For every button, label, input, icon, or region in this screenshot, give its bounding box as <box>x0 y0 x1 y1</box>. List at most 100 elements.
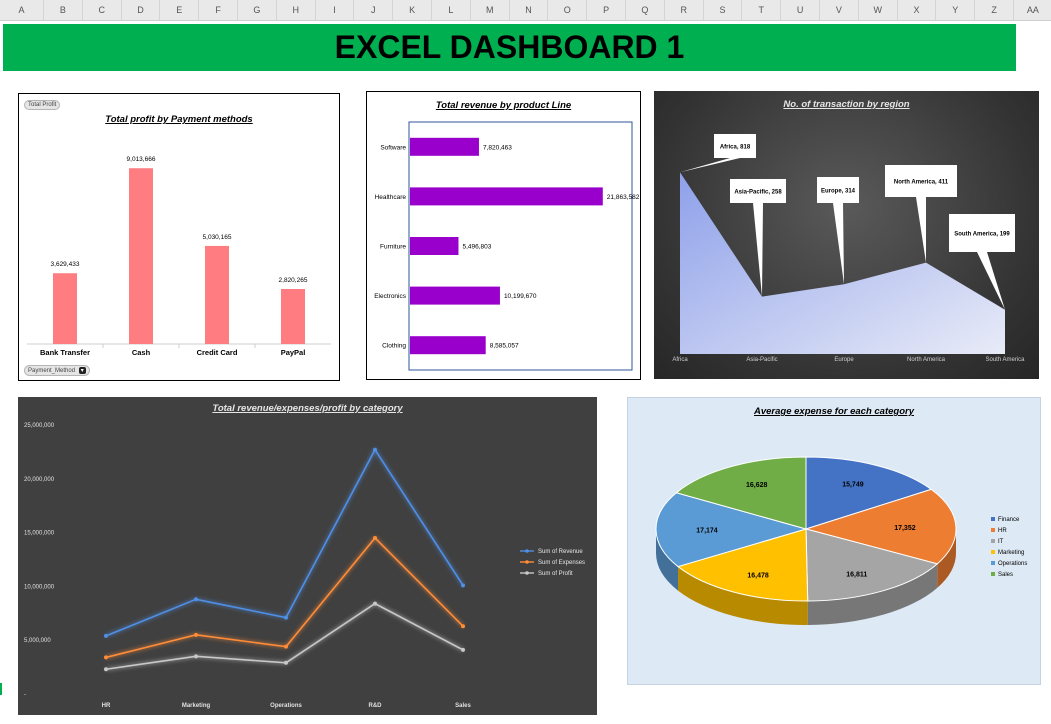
category-label: PayPal <box>281 348 306 357</box>
column-header-k[interactable]: K <box>393 0 432 20</box>
column-header-z[interactable]: Z <box>975 0 1014 20</box>
column-header-o[interactable]: O <box>548 0 588 20</box>
data-label: 15,749 <box>842 481 864 488</box>
legend-label: Sum of Expenses <box>538 560 585 566</box>
column-header-j[interactable]: J <box>354 0 394 20</box>
legend-label: Sum of Profit <box>538 571 573 577</box>
series-point <box>194 632 198 637</box>
column-header-m[interactable]: M <box>471 0 510 20</box>
bar <box>410 286 500 305</box>
bar <box>410 187 603 206</box>
column-header-s[interactable]: S <box>704 0 743 20</box>
column-header-q[interactable]: Q <box>626 0 665 20</box>
callout-label: South America, 199 <box>954 232 1010 238</box>
chart-profit-by-payment[interactable]: Total Profit Total profit by Payment met… <box>18 93 340 381</box>
legend-swatch <box>991 528 995 532</box>
category-label: Cash <box>132 348 151 357</box>
series-point <box>194 654 198 659</box>
column-header-h[interactable]: H <box>277 0 316 20</box>
column-header-i[interactable]: I <box>316 0 355 20</box>
data-label: 16,811 <box>846 571 867 578</box>
category-label: Credit Card <box>197 348 238 357</box>
horizontal-bar-chart-svg: 7,820,463 Software 21,863,582 Healthcare 5,4… <box>374 121 640 371</box>
series-point <box>104 667 108 672</box>
bar <box>205 245 229 344</box>
callout-label: Africa, 818 <box>720 145 751 151</box>
column-header-r[interactable]: R <box>665 0 704 20</box>
callout-label: Europe, 314 <box>821 189 856 195</box>
series-point <box>373 447 377 452</box>
title-banner[interactable]: EXCEL DASHBOARD 1 <box>3 24 1016 71</box>
column-header-n[interactable]: N <box>510 0 549 20</box>
series-point <box>461 624 465 629</box>
column-header-y[interactable]: Y <box>936 0 976 20</box>
data-label: 17,352 <box>894 525 916 532</box>
payment-method-label: Payment_Method <box>28 368 76 374</box>
category-label: North America <box>907 357 946 363</box>
legend-swatch <box>991 561 995 565</box>
category-label: Software <box>380 144 406 151</box>
chart-revenue-by-product-line[interactable]: Total revenue by product Line 7,820,463 S… <box>366 91 641 380</box>
column-header-l[interactable]: L <box>432 0 471 20</box>
column-header-row: A B C D E F G H I J K L M N O P Q R S T U V W X Y Z AA <box>0 0 1051 21</box>
callout-label: Asia-Pacific, 258 <box>734 190 782 196</box>
bar <box>410 137 479 156</box>
bar-chart-svg: 3,629,433 Bank Transfer 9,013,666 Cash 5,030… <box>27 156 331 357</box>
column-header-u[interactable]: U <box>781 0 820 20</box>
legend-marker <box>525 549 529 553</box>
series-point <box>284 615 288 620</box>
column-header-v[interactable]: V <box>820 0 859 20</box>
legend-label: Operations <box>998 561 1027 567</box>
column-header-t[interactable]: T <box>742 0 782 20</box>
column-header-e[interactable]: E <box>160 0 200 20</box>
data-label: 5,496,803 <box>462 244 491 251</box>
category-label: Marketing <box>182 703 211 709</box>
legend-swatch <box>991 517 995 521</box>
data-label: 2,820,265 <box>279 277 308 284</box>
category-label: Furniture <box>380 244 406 251</box>
chart-transactions-by-region[interactable]: No. of transaction by region Africa Asia-… <box>654 91 1039 379</box>
column-header-c[interactable]: C <box>83 0 122 20</box>
column-header-b[interactable]: B <box>44 0 83 20</box>
column-header-p[interactable]: P <box>587 0 626 20</box>
legend-label: HR <box>998 528 1007 534</box>
chart-revenue-expenses-profit[interactable]: Total revenue/expenses/profit by categor… <box>18 397 597 715</box>
column-header-x[interactable]: X <box>898 0 937 20</box>
bar <box>129 168 153 344</box>
data-label: 8,585,057 <box>490 343 519 350</box>
bar <box>410 336 486 355</box>
series-line <box>105 536 464 659</box>
category-label: Africa <box>672 357 688 363</box>
series-point <box>284 644 288 649</box>
legend-swatch <box>991 550 995 554</box>
series-point <box>284 660 288 665</box>
data-label: 5,030,165 <box>203 234 232 241</box>
column-header-g[interactable]: G <box>238 0 277 20</box>
category-label: South America <box>985 357 1025 363</box>
category-label: R&D <box>369 703 383 709</box>
y-tick-label: 5,000,000 <box>24 638 51 644</box>
series-point <box>461 583 465 588</box>
column-header-d[interactable]: D <box>122 0 161 20</box>
legend-swatch <box>991 572 995 576</box>
legend-label: Sum of Revenue <box>538 549 583 555</box>
data-label: 17,174 <box>696 528 718 535</box>
series-point <box>373 601 377 606</box>
bar <box>410 237 459 255</box>
column-header-a[interactable]: A <box>0 0 44 20</box>
series-point <box>194 597 198 602</box>
data-label: 16,628 <box>746 482 768 489</box>
pivot-button-payment-method[interactable]: Payment_Method ▾ <box>24 365 90 376</box>
column-header-f[interactable]: F <box>199 0 238 20</box>
chart-average-expense[interactable]: Average expense for each category 15,749… <box>627 397 1041 685</box>
callout-pointer <box>753 203 763 297</box>
bar <box>53 273 77 344</box>
column-header-aa[interactable]: AA <box>1014 0 1051 20</box>
series-point <box>461 647 465 652</box>
data-label: 16,478 <box>747 572 769 579</box>
legend-marker <box>525 571 529 575</box>
column-header-w[interactable]: W <box>859 0 898 20</box>
category-label: Operations <box>270 703 302 709</box>
legend-label: IT <box>998 539 1004 545</box>
series-point <box>104 633 108 638</box>
